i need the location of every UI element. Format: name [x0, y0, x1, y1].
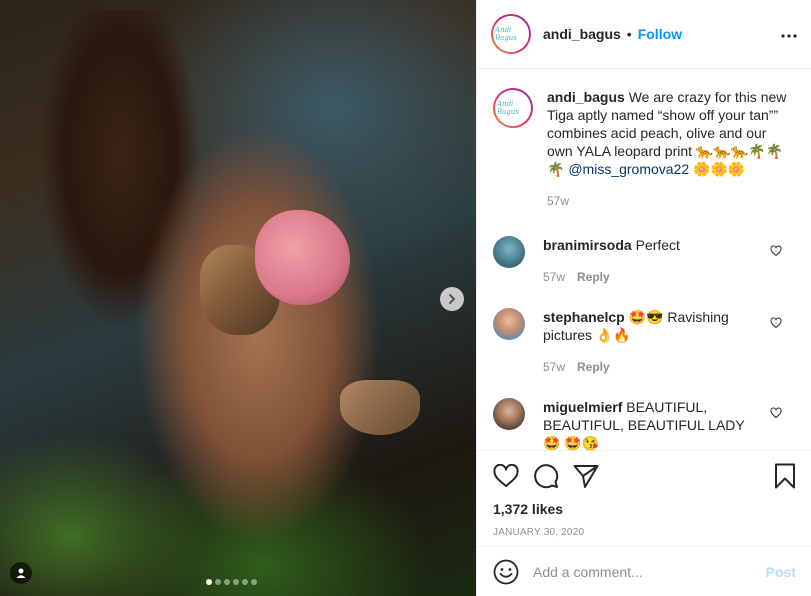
carousel-indicator [206, 579, 257, 585]
carousel-dot [224, 579, 230, 585]
reply-button[interactable]: Reply [577, 360, 610, 374]
image-region-bottom [340, 380, 420, 435]
follow-button[interactable]: Follow [638, 26, 682, 42]
comment-username[interactable]: branimirsoda [543, 237, 632, 253]
post-image[interactable] [0, 0, 476, 596]
like-heart-icon[interactable] [493, 464, 519, 488]
comment-icon[interactable] [533, 463, 559, 489]
comment-time[interactable]: 57w [543, 360, 565, 374]
share-icon[interactable] [573, 464, 599, 488]
avatar-logo: Andi Bagus [497, 100, 519, 116]
comment-username[interactable]: stephanelcp [543, 309, 625, 325]
like-comment-heart-icon[interactable] [770, 316, 782, 332]
comment-item: stephanelcp 🤩😎 Ravishing pictures 👌🔥 57w… [493, 308, 796, 376]
avatar-logo: Andi Bagus [495, 26, 517, 42]
header-username[interactable]: andi_bagus [543, 26, 621, 42]
comment-item: branimirsoda Perfect 57w Reply [493, 236, 796, 286]
caption-trailing: 🌼🌼🌼 [689, 161, 746, 177]
like-comment-heart-icon[interactable] [770, 244, 782, 260]
likes-count[interactable]: 1,372 likes [493, 501, 796, 517]
carousel-dot [251, 579, 257, 585]
caption: Andi Bagus andi_bagus We are crazy for t… [493, 88, 796, 210]
like-comment-heart-icon[interactable] [770, 406, 782, 422]
post-date[interactable]: JANUARY 30, 2020 [493, 527, 796, 538]
post-comment-button[interactable]: Post [766, 564, 796, 580]
more-options-icon[interactable] [781, 25, 797, 43]
emoji-icon[interactable] [493, 559, 519, 585]
caption-username[interactable]: andi_bagus [547, 89, 625, 105]
comment-input[interactable]: Add a comment... [533, 564, 766, 580]
carousel-dot [206, 579, 212, 585]
post-actions: 1,372 likes JANUARY 30, 2020 [477, 450, 811, 538]
header-separator: • [626, 26, 632, 42]
carousel-dot [242, 579, 248, 585]
post-details-panel: Andi Bagus andi_bagus • Follow Andi Bagu… [476, 0, 811, 596]
avatar[interactable] [493, 398, 525, 430]
caption-time[interactable]: 57w [547, 194, 569, 208]
chevron-right-icon [449, 294, 456, 304]
tagged-users-button[interactable] [10, 562, 32, 584]
reply-button[interactable]: Reply [577, 270, 610, 284]
comments-list[interactable]: Andi Bagus andi_bagus We are crazy for t… [477, 70, 811, 450]
avatar[interactable] [493, 236, 525, 268]
comment-item: miguelmierf BEAUTIFUL, BEAUTIFUL, BEAUTI… [493, 398, 796, 450]
comment-time[interactable]: 57w [543, 270, 565, 284]
avatar[interactable]: Andi Bagus [493, 88, 533, 128]
carousel-dot [233, 579, 239, 585]
image-region-pink [255, 210, 350, 305]
carousel-dot [215, 579, 221, 585]
avatar[interactable]: Andi Bagus [491, 14, 531, 54]
next-image-button[interactable] [440, 287, 464, 311]
post-header: Andi Bagus andi_bagus • Follow [477, 0, 811, 69]
comment-text: Perfect [635, 237, 680, 253]
comment-composer: Add a comment... Post [477, 546, 811, 596]
avatar[interactable] [493, 308, 525, 340]
comment-username[interactable]: miguelmierf [543, 399, 622, 415]
caption-mention[interactable]: @miss_gromova22 [568, 161, 689, 177]
user-icon [16, 568, 26, 578]
save-bookmark-icon[interactable] [774, 463, 796, 489]
